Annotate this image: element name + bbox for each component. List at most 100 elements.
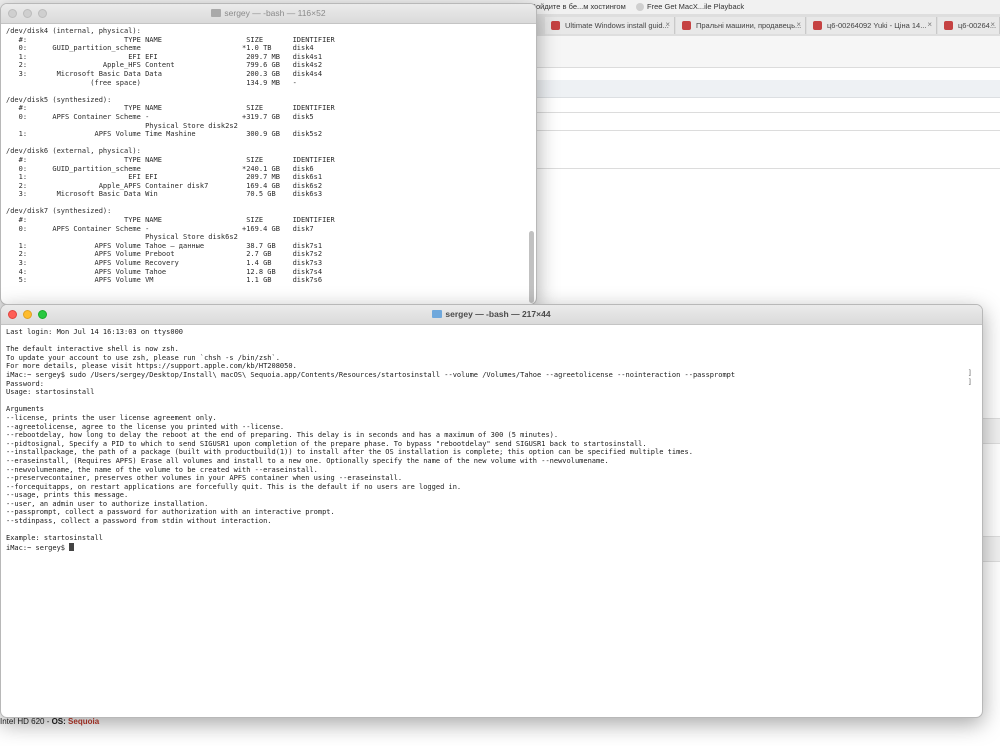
prompt-line[interactable]: iMac:~ sergey$ bbox=[6, 542, 977, 553]
terminal-line: /dev/disk4 (internal, physical): bbox=[6, 27, 141, 35]
page-caption: Intel HD 620 - OS: Sequoia bbox=[0, 717, 99, 726]
terminal-line: The default interactive shell is now zsh… bbox=[6, 345, 179, 354]
terminal-titlebar[interactable]: sergey — -bash — 217×44 bbox=[1, 305, 982, 325]
terminal-title: sergey — -bash — 116×52 bbox=[1, 8, 536, 18]
terminal-line: --passprompt, collect a password for aut… bbox=[6, 508, 335, 517]
line-wrap-marker: ] bbox=[967, 378, 972, 386]
terminal-line: #: TYPE NAME SIZE IDENTIFIER bbox=[6, 104, 335, 113]
terminal-line: #: TYPE NAME SIZE IDENTIFIER bbox=[6, 216, 335, 225]
page-divider bbox=[535, 130, 1000, 131]
page-divider bbox=[535, 112, 1000, 113]
folder-icon bbox=[432, 310, 443, 318]
terminal-line: --forcequitapps, on restart applications… bbox=[6, 482, 462, 491]
terminal-line: --user, an admin user to authorize insta… bbox=[6, 499, 209, 508]
scroll-thumb[interactable] bbox=[529, 231, 534, 303]
terminal-line: ​ bbox=[6, 87, 531, 96]
tab-label: Ultimate Windows install guid... bbox=[565, 21, 669, 30]
tab-favicon-icon bbox=[551, 21, 560, 30]
terminal-line: --agreetolicense, agree to the license y… bbox=[6, 422, 285, 431]
terminal-title: sergey — -bash — 217×44 bbox=[1, 309, 982, 319]
terminal-line: For more details, please visit https://s… bbox=[6, 362, 297, 371]
terminal-line: --usage, prints this message. bbox=[6, 491, 129, 500]
terminal-line: --rebootdelay, how long to delay the reb… bbox=[6, 431, 559, 440]
terminal-line: 1: APFS Volume Tahoe — данные 38.7 GB di… bbox=[6, 241, 323, 250]
browser-tab[interactable]: ц6-00264... × bbox=[938, 17, 1000, 34]
scrollbar[interactable] bbox=[528, 26, 535, 303]
bookmark-favicon-icon bbox=[636, 2, 644, 11]
terminal-titlebar[interactable]: sergey — -bash — 116×52 bbox=[1, 4, 536, 24]
terminal-line: /dev/disk5 (synthesized): bbox=[6, 95, 112, 104]
folder-icon bbox=[211, 9, 222, 17]
bookmark-label: Войдите в бе...м хостингом bbox=[531, 2, 626, 11]
browser-tab[interactable]: Пральні машини, продавець... × bbox=[676, 17, 806, 34]
terminal-line: #: TYPE NAME SIZE IDENTIFIER bbox=[6, 35, 335, 44]
bookmark-item[interactable]: Free Get MacX...ile Playback bbox=[636, 2, 744, 11]
terminal-line: 0: GUID_partition_scheme *1.0 TB disk4 bbox=[6, 44, 314, 53]
page-table-header bbox=[535, 80, 1000, 98]
terminal-line: 2: Apple_HFS Content 799.6 GB disk4s2 bbox=[6, 61, 323, 70]
terminal-line: 0: APFS Container Scheme - +169.4 GB dis… bbox=[6, 224, 314, 233]
tab-close-icon[interactable]: × bbox=[990, 20, 995, 29]
tab-close-icon[interactable]: × bbox=[927, 20, 932, 29]
terminal-title-text: sergey — -bash — 116×52 bbox=[224, 8, 326, 18]
terminal-line: ​ bbox=[6, 337, 977, 346]
bookmark-label: Free Get MacX...ile Playback bbox=[647, 2, 745, 11]
terminal-line: Physical Store disk2s2 bbox=[6, 121, 238, 130]
terminal-line: 1: APFS Volume Time Mashine 300.9 GB dis… bbox=[6, 130, 323, 139]
terminal-line: ​ bbox=[6, 397, 977, 406]
terminal-window-back[interactable]: sergey — -bash — 116×52 /dev/disk4 (inte… bbox=[0, 3, 537, 305]
terminal-line: --preservecontainer, preserves other vol… bbox=[6, 474, 403, 483]
terminal-line: 1: EFI EFI 209.7 MB disk6s1 bbox=[6, 173, 323, 182]
terminal-line: 0: APFS Container Scheme - +319.7 GB dis… bbox=[6, 112, 314, 121]
terminal-output[interactable]: Last login: Mon Jul 14 16:13:03 on ttys0… bbox=[1, 326, 982, 717]
terminal-line: ​ bbox=[6, 199, 531, 208]
tab-label: Пральні машини, продавець... bbox=[696, 21, 802, 30]
terminal-line: 3: APFS Volume Recovery 1.4 GB disk7s3 bbox=[6, 259, 323, 268]
terminal-line: Physical Store disk6s2 bbox=[6, 233, 238, 242]
line-wrap-marker: ] bbox=[967, 369, 972, 377]
page-divider bbox=[535, 168, 1000, 169]
browser-tab[interactable]: ц6-00264092 Yuki - Ціна 14... × bbox=[807, 17, 937, 34]
terminal-line: 3: Microsoft Basic Data Win 70.5 GB disk… bbox=[6, 190, 323, 199]
tab-favicon-icon bbox=[682, 21, 691, 30]
shell-prompt: iMac:~ sergey$ bbox=[6, 543, 70, 552]
terminal-line: --eraseinstall, (Requires APFS) Erase al… bbox=[6, 456, 609, 465]
terminal-line: (free space) 134.9 MB - bbox=[6, 78, 297, 87]
terminal-line: 2: Apple_APFS Container disk7 169.4 GB d… bbox=[6, 181, 323, 190]
terminal-line: 2: APFS Volume Preboot 2.7 GB disk7s2 bbox=[6, 250, 323, 259]
tab-favicon-icon bbox=[944, 21, 953, 30]
terminal-line: --pidtosignal, Specify a PID to which to… bbox=[6, 439, 647, 448]
terminal-line: /dev/disk6 (external, physical): bbox=[6, 147, 141, 156]
terminal-output[interactable]: /dev/disk4 (internal, physical): #: TYPE… bbox=[1, 25, 536, 304]
terminal-line: --installpackage, the path of a package … bbox=[6, 448, 693, 457]
terminal-line: Password: bbox=[6, 379, 44, 388]
terminal-line: 3: Microsoft Basic Data Data 200.3 GB di… bbox=[6, 69, 323, 78]
caption-os-value: Sequoia bbox=[68, 717, 100, 726]
terminal-line: Arguments bbox=[6, 405, 44, 414]
tab-label: ц6-00264092 Yuki - Ціна 14... bbox=[827, 21, 927, 30]
terminal-line: Last login: Mon Jul 14 16:13:03 on ttys0… bbox=[6, 328, 184, 336]
terminal-line: 1: EFI EFI 209.7 MB disk4s1 bbox=[6, 52, 323, 61]
terminal-title-text: sergey — -bash — 217×44 bbox=[445, 309, 551, 319]
tab-close-icon[interactable]: × bbox=[796, 20, 801, 29]
text-cursor bbox=[69, 542, 75, 551]
caption-os-label: OS: bbox=[51, 717, 66, 726]
terminal-line: Example: startosinstall bbox=[6, 534, 103, 543]
page-side-panel bbox=[983, 418, 1000, 444]
terminal-line: 5: APFS Volume VM 1.1 GB disk7s6 bbox=[6, 276, 323, 285]
terminal-line: ​ bbox=[6, 526, 977, 535]
tab-close-icon[interactable]: × bbox=[665, 20, 670, 29]
page-side-panel bbox=[983, 536, 1000, 562]
terminal-line: #: TYPE NAME SIZE IDENTIFIER bbox=[6, 155, 335, 164]
caption-prefix: Intel HD 620 - bbox=[0, 717, 52, 726]
terminal-line: --license, prints the user license agree… bbox=[6, 413, 217, 422]
terminal-line: --stdinpass, collect a password from std… bbox=[6, 517, 272, 526]
browser-tab[interactable]: Ultimate Windows install guid... × bbox=[545, 17, 675, 34]
terminal-line: --newvolumename, the name of the volume … bbox=[6, 465, 318, 474]
terminal-line: Usage: startosinstall bbox=[6, 388, 95, 397]
terminal-line: 4: APFS Volume Tahoe 12.8 GB disk7s4 bbox=[6, 267, 323, 276]
terminal-line: 0: GUID_partition_scheme *240.1 GB disk6 bbox=[6, 164, 314, 173]
tab-favicon-icon bbox=[813, 21, 822, 30]
terminal-window-front[interactable]: sergey — -bash — 217×44 Last login: Mon … bbox=[0, 304, 983, 718]
terminal-line: ​ bbox=[6, 139, 531, 148]
